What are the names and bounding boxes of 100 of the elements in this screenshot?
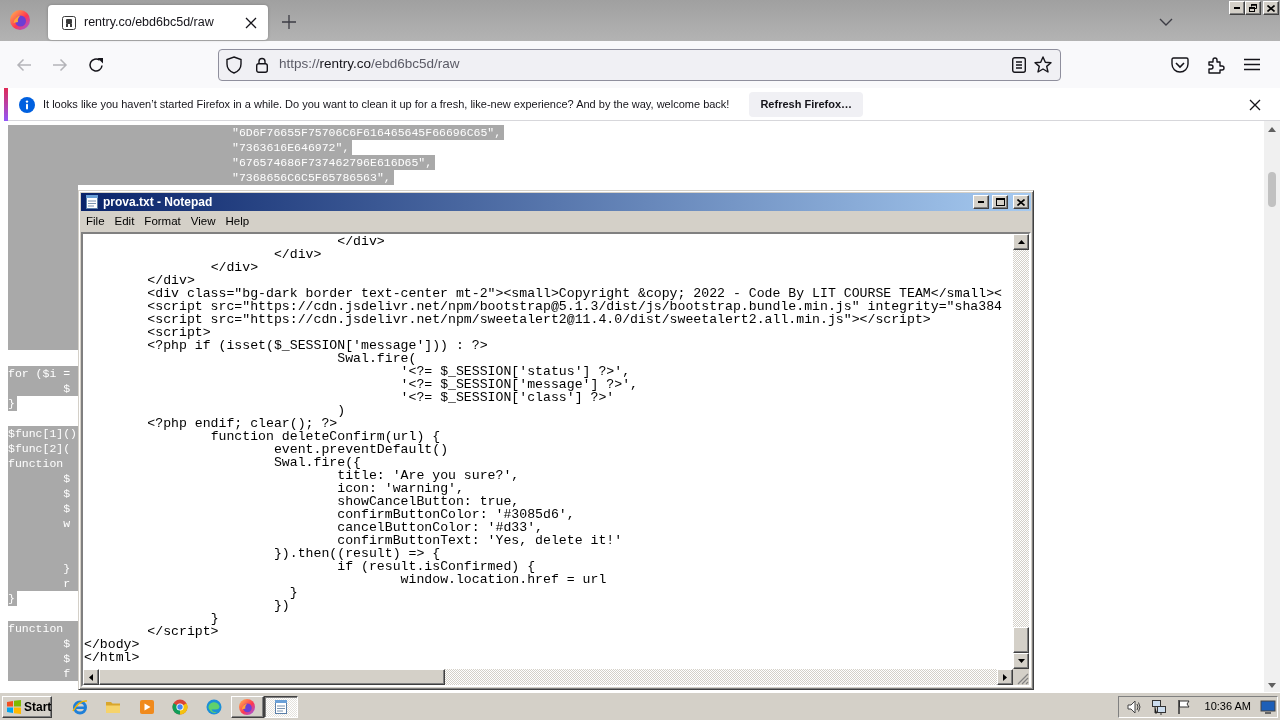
code-line: <script src="https://cdn.jsdelivr.net/npm/sweetalert2@11.4.0/dist/sweetalert2.all.min.js"></script> xyxy=(147,312,931,327)
scroll-down-icon xyxy=(1268,683,1276,688)
code-line: cancelButtonColor: '#d33', xyxy=(337,520,543,535)
code-line: if (result.isConfirmed) { xyxy=(337,559,536,574)
code-line: confirmButtonColor: '#3085d6', xyxy=(337,507,575,522)
horizontal-scrollbar[interactable] xyxy=(83,669,1013,685)
document-icon xyxy=(1012,56,1026,73)
minimize-button[interactable] xyxy=(973,195,989,209)
menu-icon xyxy=(1244,58,1260,71)
menu-item[interactable]: Edit xyxy=(109,212,140,231)
close-button[interactable] xyxy=(1013,195,1029,209)
taskbar-button[interactable] xyxy=(264,695,298,718)
forward-icon xyxy=(52,57,68,72)
code-line: window.location.href = url xyxy=(400,572,607,587)
close-icon xyxy=(1017,198,1025,206)
puzzle-icon xyxy=(1207,55,1225,74)
browser-tab[interactable]: rentry.co/ebd6bc5d/raw xyxy=(48,5,268,40)
close-icon xyxy=(1267,4,1275,12)
code-line: <?php endif; clear(); ?> xyxy=(147,416,338,431)
speaker-icon[interactable] xyxy=(1125,698,1142,715)
menu-item[interactable]: View xyxy=(185,212,221,231)
code-line: </script> xyxy=(147,624,219,639)
scroll-down-button[interactable] xyxy=(1013,653,1029,669)
reload-icon xyxy=(88,56,104,73)
minimize-icon xyxy=(1234,7,1240,9)
notepad-icon xyxy=(84,194,100,210)
code-line: } xyxy=(210,611,219,626)
scroll-left-button[interactable] xyxy=(83,669,99,685)
address-field[interactable]: https://rentry.co/ebd6bc5d/raw xyxy=(218,48,1061,81)
code-line: <script> xyxy=(147,325,211,340)
code-line: <?php if (isset($_SESSION['message'])) : ?> xyxy=(147,338,488,353)
close-icon xyxy=(1249,98,1261,111)
resize-grip-icon[interactable] xyxy=(1017,673,1029,685)
code-line: showCancelButton: true, xyxy=(337,494,520,509)
maximize-button[interactable] xyxy=(992,195,1008,209)
menu-item[interactable]: Help xyxy=(220,212,255,231)
code-line: '<?= $_SESSION['status'] ?>', xyxy=(400,364,631,379)
code-line: Swal.fire( xyxy=(337,351,417,366)
notepad-icon xyxy=(272,698,289,715)
vertical-scrollbar[interactable] xyxy=(1013,234,1029,669)
code-line: </html> xyxy=(84,650,140,665)
code-line: function deleteConfirm(url) { xyxy=(210,429,441,444)
scroll-right-button[interactable] xyxy=(997,669,1013,685)
scroll-up-icon xyxy=(1268,127,1276,132)
code-line: }) xyxy=(273,598,290,613)
back-icon xyxy=(16,57,32,72)
browser-logo-icon xyxy=(239,698,256,715)
page-scrollbar[interactable] xyxy=(1264,121,1280,692)
code-line: title: 'Are you sure?', xyxy=(337,468,520,483)
refresh-button[interactable]: Refresh Firefox… xyxy=(749,92,864,117)
window-title: prova.txt - Notepad xyxy=(103,194,213,211)
triangle-left-icon xyxy=(89,673,93,681)
code-line: <div class="bg-dark border text-center mt-2"><small>Copyright &copy; 2022 - Code By LIT COURSE TEAM</small>< xyxy=(147,286,1002,301)
close-icon xyxy=(245,16,257,29)
shield-icon xyxy=(226,55,242,74)
start-button[interactable]: Start xyxy=(2,695,52,718)
minimize-icon xyxy=(978,201,984,203)
code-line: </div> xyxy=(273,247,322,262)
clock-text: 10:36 AM xyxy=(1204,699,1251,715)
ring-logo-icon[interactable] xyxy=(172,698,189,715)
triangle-right-icon xyxy=(1003,673,1007,681)
maximize-icon xyxy=(995,198,1005,206)
code-line: </body> xyxy=(84,637,140,652)
flag-logo-icon xyxy=(6,698,22,715)
menu-item[interactable]: File xyxy=(81,212,110,231)
scroll-up-button[interactable] xyxy=(1013,234,1029,250)
scrollbar-thumb[interactable] xyxy=(1013,627,1029,653)
code-line: '<?= $_SESSION['class'] ?>' xyxy=(400,390,615,405)
restore-icon xyxy=(1249,4,1257,12)
notification-message: It looks like you haven’t started Firefox in a while. Do you want to clean it up for a fresh, like-new experience? And by the way, welcome back! xyxy=(43,97,730,113)
code-line: </div> xyxy=(147,273,195,288)
code-line: event.preventDefault() xyxy=(273,442,449,457)
code-line: </div> xyxy=(210,260,259,275)
shield-chevron-icon xyxy=(1171,56,1189,73)
scrollbar-thumb[interactable] xyxy=(99,669,445,685)
star-icon xyxy=(1034,56,1052,73)
desktop-icon[interactable] xyxy=(1260,698,1276,715)
code-line: confirmButtonText: 'Yes, delete it!' xyxy=(337,533,623,548)
restore-button[interactable] xyxy=(1245,1,1261,15)
scrollbar-thumb[interactable] xyxy=(1268,172,1276,207)
close-button[interactable] xyxy=(1263,1,1279,15)
code-line: '<?= $_SESSION['message'] ?>', xyxy=(400,377,638,392)
flag-icon[interactable] xyxy=(1175,698,1192,715)
triangle-up-icon xyxy=(1017,240,1025,244)
minimize-button[interactable] xyxy=(1229,1,1245,15)
network-icon[interactable] xyxy=(1150,698,1167,715)
code-line: </div> xyxy=(337,234,385,249)
code-line: } xyxy=(289,585,298,600)
code-line: <script src="https://cdn.jsdelivr.net/npm/bootstrap@5.1.3/dist/js/bootstrap.bundle.min.js" integrity="sha384 xyxy=(147,299,1002,314)
e-logo-icon[interactable] xyxy=(71,698,88,715)
code-line: ) xyxy=(337,403,346,418)
lock-icon xyxy=(256,56,268,73)
code-line: Swal.fire({ xyxy=(273,455,361,470)
chevron-down-icon xyxy=(1159,18,1173,26)
menu-item[interactable]: Format xyxy=(139,212,186,231)
info-icon xyxy=(19,96,35,113)
browser-logo-icon xyxy=(10,10,30,30)
plus-icon xyxy=(282,15,296,29)
triangle-down-icon xyxy=(1017,659,1025,663)
site-icon xyxy=(62,15,76,30)
